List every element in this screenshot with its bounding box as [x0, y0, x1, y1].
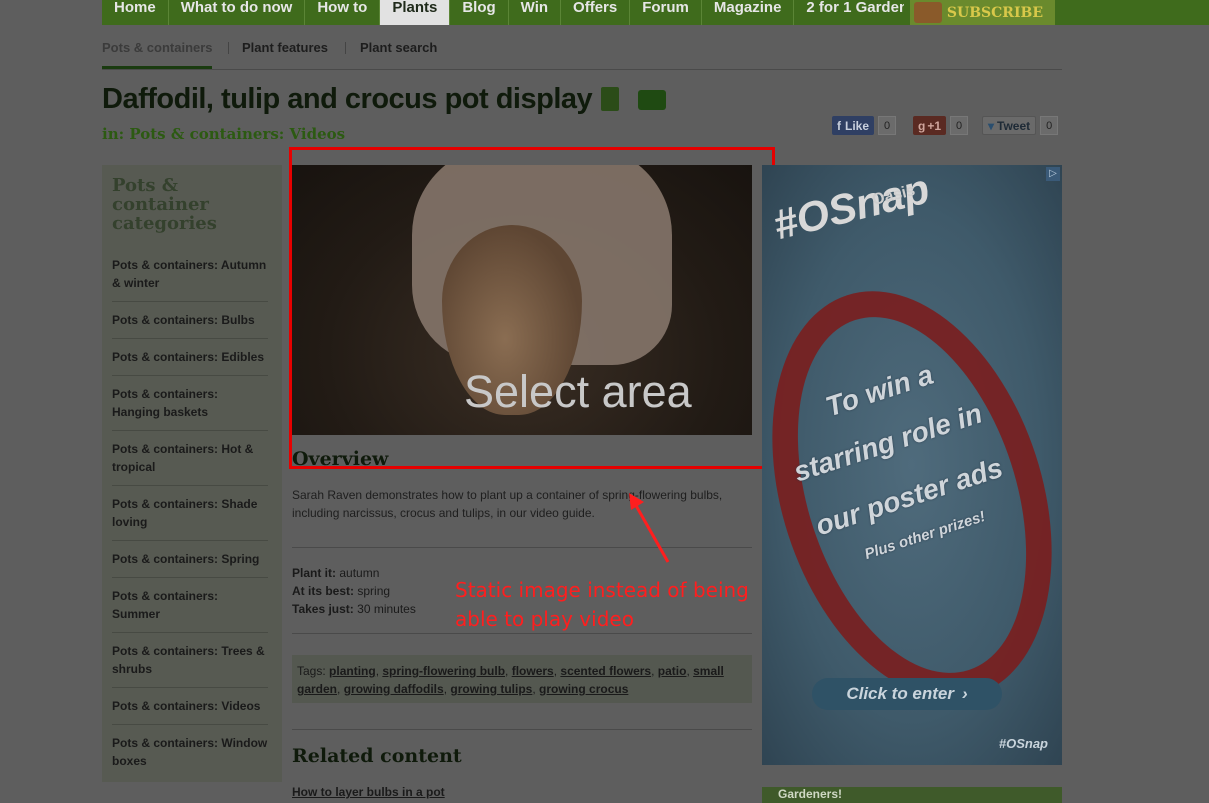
subscribe-button[interactable]: SUBSCRIBE	[910, 0, 1055, 25]
tag-link[interactable]: scented flowers	[560, 664, 651, 678]
tweet-count: 0	[1040, 116, 1059, 135]
takes-just-value: 30 minutes	[357, 602, 416, 616]
annotation-line-1: Static image instead of being	[455, 578, 749, 602]
category-link[interactable]: Pots & containers: Bulbs	[112, 302, 268, 339]
divider	[292, 729, 752, 730]
nav-how-to[interactable]: How to	[305, 0, 381, 25]
annotation-highlight-box	[289, 147, 775, 469]
plant-facts: Plant it: autumn At its best: spring Tak…	[292, 564, 416, 618]
category-link[interactable]: Pots & containers: Spring	[112, 541, 268, 578]
nav-forum[interactable]: Forum	[630, 0, 702, 25]
tweet-label: Tweet	[997, 118, 1031, 133]
facebook-icon: f	[837, 118, 841, 133]
category-link[interactable]: Pots & containers: Videos	[112, 688, 268, 725]
subnav-plant-search[interactable]: Plant search	[360, 40, 437, 55]
sidebar-heading: Pots & container categories	[112, 175, 217, 234]
facebook-like[interactable]: f Like 0	[832, 116, 897, 135]
tag-link[interactable]: patio	[658, 664, 687, 678]
tweet-button[interactable]: ▾ Tweet	[982, 116, 1037, 135]
nav-blog[interactable]: Blog	[450, 0, 509, 25]
category-link[interactable]: Pots & containers: Autumn & winter	[112, 247, 268, 302]
annotation-arrow-icon	[629, 493, 670, 563]
category-link[interactable]: Pots & containers: Summer	[112, 578, 268, 633]
subnav-separator	[228, 42, 229, 54]
category-link[interactable]: Pots & containers: Shade loving	[112, 486, 268, 541]
subnav-pots-containers[interactable]: Pots & containers	[102, 40, 213, 55]
tags-box: Tags: planting, spring-flowering bulb, f…	[292, 655, 752, 703]
nav-what-to-do-now[interactable]: What to do now	[169, 0, 306, 25]
second-advertisement[interactable]: Gardeners!	[762, 787, 1062, 803]
adchoices-icon[interactable]: ▷	[1046, 167, 1060, 181]
categories-sidebar: Pots & container categories Pots & conta…	[102, 165, 282, 782]
tag-link[interactable]: growing crocus	[539, 682, 628, 696]
overview-text: Sarah Raven demonstrates how to plant up…	[292, 488, 723, 520]
ad-logo: #OSnap	[768, 165, 934, 249]
chevron-right-icon: ›	[962, 684, 968, 703]
nav-home[interactable]: Home	[102, 0, 169, 25]
nav-magazine[interactable]: Magazine	[702, 0, 795, 25]
google-plus-icon: g	[918, 118, 926, 133]
twitter-bird-icon: ▾	[988, 118, 995, 133]
subscribe-label: SUBSCRIBE	[946, 4, 1043, 21]
breadcrumb[interactable]: in: Pots & containers: Videos	[102, 125, 345, 143]
facebook-like-label: Like	[845, 118, 870, 133]
main-nav: Home What to do now How to Plants Blog W…	[102, 0, 930, 25]
subnav-active-indicator	[102, 66, 212, 69]
tag-link[interactable]: planting	[329, 664, 376, 678]
google-plus-count: 0	[950, 116, 969, 135]
plant-it-label: Plant it:	[292, 566, 336, 580]
overview-heading: Overview	[292, 448, 389, 470]
nav-plants[interactable]: Plants	[380, 0, 451, 25]
ad-hashtag: #OSnap	[998, 736, 1048, 751]
category-list: Pots & containers: Autumn & winter Pots …	[102, 247, 282, 779]
facebook-like-count: 0	[878, 116, 897, 135]
nav-win[interactable]: Win	[509, 0, 562, 25]
takes-just-label: Takes just:	[292, 602, 354, 616]
google-plus[interactable]: g +1 0	[913, 116, 969, 135]
annotation-note: Static image instead of being able to pl…	[455, 576, 749, 634]
advertisement[interactable]: ▷ #OSnap Oasis To win a starring role in…	[762, 165, 1062, 765]
divider	[292, 547, 752, 548]
print-icon[interactable]	[638, 90, 666, 110]
at-its-best-value: spring	[357, 584, 391, 598]
category-link[interactable]: Pots & containers: Hot & tropical	[112, 431, 268, 486]
google-plus-button[interactable]: g +1	[913, 116, 947, 135]
related-link[interactable]: How to layer bulbs in a pot	[292, 785, 445, 799]
ad-click-to-enter-button[interactable]: Click to enter ›	[812, 678, 1002, 710]
document-icon[interactable]	[601, 87, 619, 111]
related-content-heading: Related content	[292, 745, 462, 767]
category-link[interactable]: Pots & containers: Window boxes	[112, 725, 268, 779]
category-link[interactable]: Pots & containers: Hanging baskets	[112, 376, 268, 431]
nav-offers[interactable]: Offers	[561, 0, 631, 25]
sub-nav: Pots & containers Plant features Plant s…	[102, 35, 1062, 70]
page-title: Daffodil, tulip and crocus pot display	[102, 83, 593, 115]
tag-link[interactable]: growing daffodils	[344, 682, 444, 696]
tags-label: Tags:	[297, 664, 326, 678]
tag-link[interactable]: flowers	[512, 664, 554, 678]
ad-cta-label: Click to enter	[846, 684, 955, 703]
google-plus-label: +1	[927, 118, 942, 133]
magazine-cover-icon	[914, 2, 942, 23]
twitter-tweet[interactable]: ▾ Tweet 0	[982, 116, 1059, 135]
subnav-separator	[345, 42, 346, 54]
at-its-best-label: At its best:	[292, 584, 355, 598]
category-link[interactable]: Pots & containers: Edibles	[112, 339, 268, 376]
plant-it-value: autumn	[339, 566, 380, 580]
annotation-line-2: able to play video	[455, 607, 634, 631]
tag-link[interactable]: spring-flowering bulb	[382, 664, 505, 678]
subnav-plant-features[interactable]: Plant features	[242, 40, 328, 55]
facebook-like-button[interactable]: f Like	[832, 116, 875, 135]
category-link[interactable]: Pots & containers: Trees & shrubs	[112, 633, 268, 688]
tag-link[interactable]: growing tulips	[450, 682, 532, 696]
